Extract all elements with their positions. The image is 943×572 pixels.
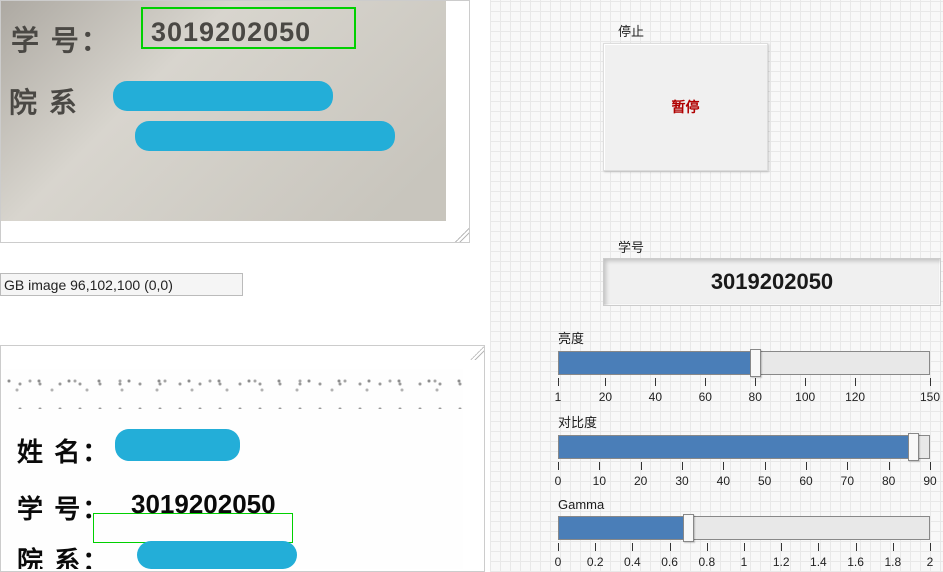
- brightness-label: 亮度: [558, 328, 938, 347]
- tick-label: 20: [634, 474, 647, 488]
- tick-label: 80: [882, 474, 895, 488]
- tick-label: 0.4: [624, 555, 641, 569]
- slider-thumb[interactable]: [683, 514, 694, 542]
- brightness-ticks: 120406080100120150: [558, 378, 930, 398]
- redaction-bar: [113, 81, 333, 111]
- redaction-bar: [135, 121, 395, 151]
- tick-label: 80: [749, 390, 762, 404]
- doc-id-value: 3019202050: [151, 17, 311, 48]
- processed-image-panel: 姓 名： 学 号： 3019202050 院 系：: [0, 345, 485, 572]
- pause-button-text: 暂停: [672, 97, 700, 117]
- tick-label: 0.6: [661, 555, 678, 569]
- right-panel: 停止 暂停 学号 3019202050 亮度 12040608010012015…: [490, 0, 943, 572]
- processed-image: 姓 名： 学 号： 3019202050 院 系：: [3, 369, 463, 569]
- raw-image: 学 号： 3019202050 院 系: [1, 1, 446, 221]
- tick-label: 60: [699, 390, 712, 404]
- contrast-label: 对比度: [558, 412, 938, 431]
- tick-label: 0: [555, 474, 562, 488]
- tick-label: 0: [555, 555, 562, 569]
- proc-id-value: 3019202050: [131, 489, 276, 520]
- brightness-slider-block: 亮度 120406080100120150: [558, 328, 938, 398]
- tick-label: 1: [741, 555, 748, 569]
- gamma-slider-block: Gamma 00.20.40.60.811.21.41.61.82: [558, 497, 938, 563]
- student-id-label: 学号: [618, 237, 644, 256]
- tick-label: 40: [717, 474, 730, 488]
- student-id-value: 3019202050: [711, 269, 833, 295]
- tick-label: 100: [795, 390, 815, 404]
- tick-label: 60: [799, 474, 812, 488]
- tick-label: 1.6: [847, 555, 864, 569]
- tick-label: 1.8: [884, 555, 901, 569]
- contrast-slider[interactable]: [558, 435, 930, 459]
- student-id-indicator: 3019202050: [603, 258, 941, 306]
- tick-label: 150: [920, 390, 940, 404]
- proc-dept-label: 院 系：: [17, 541, 110, 569]
- slider-thumb[interactable]: [908, 433, 919, 461]
- tick-label: 30: [675, 474, 688, 488]
- image-noise: [3, 369, 463, 409]
- gamma-label: Gamma: [558, 497, 938, 512]
- gamma-slider[interactable]: [558, 516, 930, 540]
- tick-label: 120: [845, 390, 865, 404]
- doc-dept-label: 院 系: [9, 81, 79, 121]
- tick-label: 1.2: [773, 555, 790, 569]
- raw-image-panel: 学 号： 3019202050 院 系: [0, 0, 470, 243]
- resize-grip-icon[interactable]: [455, 228, 469, 242]
- pause-button[interactable]: 暂停: [603, 43, 768, 171]
- tick-label: 90: [923, 474, 936, 488]
- tick-label: 1.4: [810, 555, 827, 569]
- image-info-statusbar: GB image 96,102,100 (0,0): [0, 273, 243, 296]
- contrast-ticks: 0102030405060708090: [558, 462, 930, 482]
- tick-label: 70: [841, 474, 854, 488]
- tick-label: 10: [593, 474, 606, 488]
- left-column: 学 号： 3019202050 院 系 GB image 96,102,100 …: [0, 0, 490, 572]
- stop-label: 停止: [618, 21, 644, 40]
- doc-id-label: 学 号：: [11, 19, 111, 59]
- proc-name-label: 姓 名：: [17, 432, 110, 469]
- tick-label: 0.2: [587, 555, 604, 569]
- tick-label: 40: [649, 390, 662, 404]
- tick-label: 1: [555, 390, 562, 404]
- tick-label: 20: [599, 390, 612, 404]
- tick-label: 2: [927, 555, 934, 569]
- resize-grip-icon[interactable]: [470, 346, 484, 360]
- redaction-bar: [115, 429, 240, 461]
- gamma-ticks: 00.20.40.60.811.21.41.61.82: [558, 543, 930, 563]
- tick-label: 50: [758, 474, 771, 488]
- contrast-slider-block: 对比度 0102030405060708090: [558, 412, 938, 482]
- slider-thumb[interactable]: [750, 349, 761, 377]
- brightness-slider[interactable]: [558, 351, 930, 375]
- redaction-bar: [137, 541, 297, 569]
- tick-label: 0.8: [698, 555, 715, 569]
